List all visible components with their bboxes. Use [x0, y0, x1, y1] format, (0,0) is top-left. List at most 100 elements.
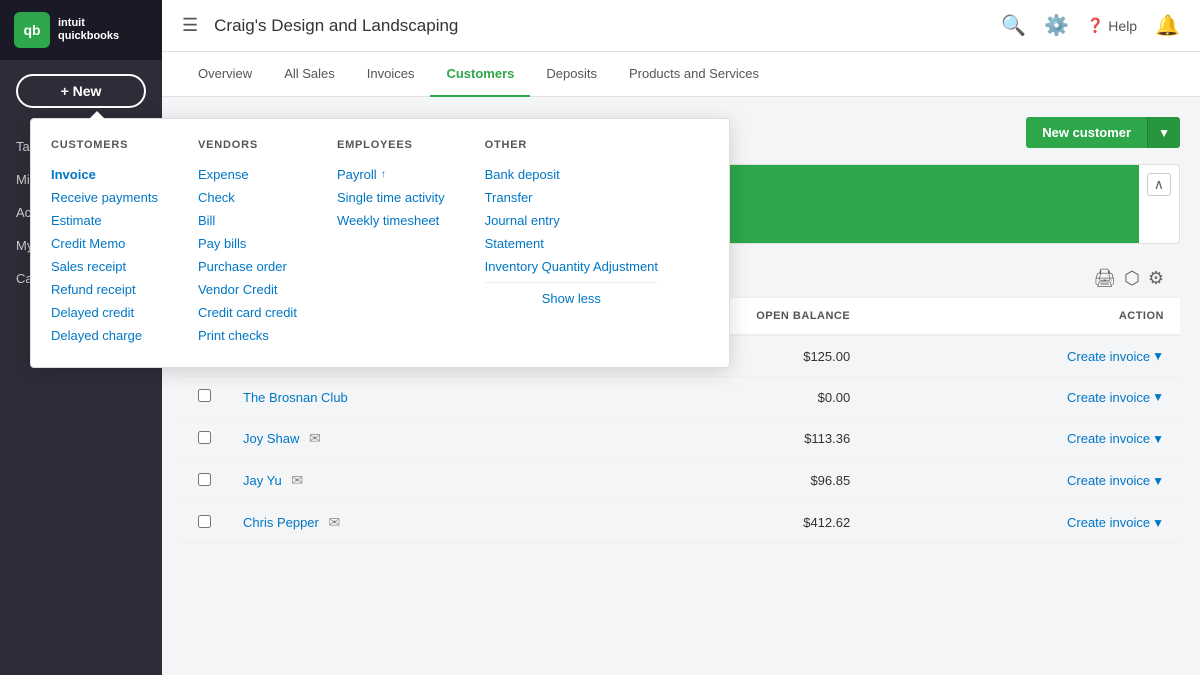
svg-text:qb: qb: [23, 22, 40, 38]
action-caret-button[interactable]: ▼: [1152, 390, 1164, 404]
menu-col-other: OTHER Bank deposit Transfer Journal entr…: [485, 139, 658, 347]
customer-name[interactable]: Joy Shaw: [243, 431, 299, 446]
help-icon: ❓: [1087, 17, 1104, 34]
email-icon: ✉: [309, 430, 321, 446]
new-customer-dropdown-button[interactable]: ▼: [1147, 117, 1180, 148]
action-cell: Create invoice ▼: [866, 418, 1180, 460]
summary-collapse-button[interactable]: ∧: [1147, 173, 1171, 196]
hamburger-menu-icon[interactable]: ☰: [182, 15, 198, 36]
tab-all-sales[interactable]: All Sales: [268, 52, 351, 97]
menu-col-employees-title: EMPLOYEES: [337, 139, 445, 151]
print-icon[interactable]: 🖨: [1093, 268, 1116, 289]
sidebar-logo: qb intuitquickbooks: [0, 0, 162, 60]
action-cell: Create invoice ▼: [866, 335, 1180, 377]
menu-item-purchase-order[interactable]: Purchase order: [198, 255, 297, 278]
action-dropdown: Create invoice ▼: [1067, 473, 1164, 488]
export-icon[interactable]: ⬡: [1124, 268, 1140, 289]
settings-gear-icon[interactable]: ⚙: [1148, 268, 1164, 289]
menu-item-expense[interactable]: Expense: [198, 163, 297, 186]
new-customer-button-group: New customer ▼: [1026, 117, 1180, 148]
show-less-bar: Show less: [485, 282, 658, 314]
balance-cell: $0.00: [560, 377, 867, 418]
menu-item-statement[interactable]: Statement: [485, 232, 658, 255]
menu-item-single-time-activity[interactable]: Single time activity: [337, 186, 445, 209]
search-icon[interactable]: 🔍: [1001, 13, 1026, 38]
row-checkbox[interactable]: [198, 515, 211, 528]
menu-col-employees: EMPLOYEES Payroll ↑ Single time activity…: [337, 139, 445, 347]
balance-cell: $412.62: [560, 502, 867, 544]
menu-item-vendor-credit[interactable]: Vendor Credit: [198, 278, 297, 301]
create-invoice-button[interactable]: Create invoice: [1067, 349, 1150, 364]
email-icon: ✉: [291, 472, 303, 488]
customer-name[interactable]: Chris Pepper: [243, 515, 319, 530]
table-row: The Brosnan Club $0.00 Create invoice ▼: [182, 377, 1180, 418]
content-area: New customer ▼ Paid $0 0 PAID LAST 30 DA…: [162, 97, 1200, 675]
action-caret-button[interactable]: ▼: [1152, 516, 1164, 530]
menu-item-weekly-timesheet[interactable]: Weekly timesheet: [337, 209, 445, 232]
new-customer-button[interactable]: New customer: [1026, 117, 1147, 148]
row-checkbox[interactable]: [198, 389, 211, 402]
menu-item-pay-bills[interactable]: Pay bills: [198, 232, 297, 255]
create-invoice-button[interactable]: Create invoice: [1067, 473, 1150, 488]
customer-name[interactable]: Jay Yu: [243, 473, 282, 488]
menu-item-journal-entry[interactable]: Journal entry: [485, 209, 658, 232]
create-invoice-button[interactable]: Create invoice: [1067, 431, 1150, 446]
tab-products-services[interactable]: Products and Services: [613, 52, 775, 97]
tab-overview[interactable]: Overview: [182, 52, 268, 97]
action-caret-button[interactable]: ▼: [1152, 349, 1164, 363]
menu-item-check[interactable]: Check: [198, 186, 297, 209]
table-row: Chris Pepper ✉ $412.62 Create invoice ▼: [182, 502, 1180, 544]
table-row: Jay Yu ✉ $96.85 Create invoice ▼: [182, 460, 1180, 502]
row-checkbox[interactable]: [198, 431, 211, 444]
customer-name-cell: The Brosnan Club: [227, 377, 560, 418]
menu-col-other-title: OTHER: [485, 139, 658, 151]
menu-item-bill[interactable]: Bill: [198, 209, 297, 232]
customer-name-cell: Chris Pepper ✉: [227, 502, 560, 544]
action-cell: Create invoice ▼: [866, 460, 1180, 502]
email-icon: ✉: [329, 514, 341, 530]
topbar: ☰ Craig's Design and Landscaping 🔍 ⚙️ ❓ …: [162, 0, 1200, 52]
menu-col-vendors-title: VENDORS: [198, 139, 297, 151]
menu-item-credit-card-credit[interactable]: Credit card credit: [198, 301, 297, 324]
help-button[interactable]: ❓ Help: [1087, 17, 1137, 34]
row-checkbox-cell: [182, 460, 227, 502]
balance-cell: $96.85: [560, 460, 867, 502]
company-title: Craig's Design and Landscaping: [214, 16, 985, 36]
balance-cell: $113.36: [560, 418, 867, 460]
create-invoice-button[interactable]: Create invoice: [1067, 515, 1150, 530]
logo-text: intuitquickbooks: [58, 17, 119, 43]
customer-name[interactable]: The Brosnan Club: [243, 390, 348, 405]
action-dropdown: Create invoice ▼: [1067, 431, 1164, 446]
action-dropdown: Create invoice ▼: [1067, 390, 1164, 405]
action-caret-button[interactable]: ▼: [1152, 474, 1164, 488]
menu-item-payroll[interactable]: Payroll ↑: [337, 163, 445, 186]
notifications-icon[interactable]: 🔔: [1155, 13, 1180, 38]
new-menu-dropdown: CUSTOMERS Invoice Receive payments Estim…: [162, 118, 730, 368]
tabs-bar: Overview All Sales Invoices Customers De…: [162, 52, 1200, 97]
menu-item-transfer[interactable]: Transfer: [485, 186, 658, 209]
summary-collapse: ∧: [1139, 165, 1179, 243]
customer-name-cell: Joy Shaw ✉: [227, 418, 560, 460]
action-caret-button[interactable]: ▼: [1152, 432, 1164, 446]
table-row: Joy Shaw ✉ $113.36 Create invoice ▼: [182, 418, 1180, 460]
row-checkbox[interactable]: [198, 473, 211, 486]
menu-col-vendors: VENDORS Expense Check Bill Pay bills Pur…: [198, 139, 297, 347]
table-header-action: ACTION: [866, 298, 1180, 335]
menu-item-print-checks[interactable]: Print checks: [198, 324, 297, 347]
action-cell: Create invoice ▼: [866, 502, 1180, 544]
settings-icon[interactable]: ⚙️: [1044, 13, 1069, 38]
action-cell: Create invoice ▼: [866, 377, 1180, 418]
row-checkbox-cell: [182, 502, 227, 544]
tab-customers[interactable]: Customers: [430, 52, 530, 97]
menu-item-bank-deposit[interactable]: Bank deposit: [485, 163, 658, 186]
help-label: Help: [1108, 18, 1137, 34]
show-less-link[interactable]: Show less: [542, 291, 601, 306]
topbar-actions: 🔍 ⚙️ ❓ Help 🔔: [1001, 13, 1180, 38]
quickbooks-logo-icon: qb: [14, 12, 50, 48]
tab-deposits[interactable]: Deposits: [530, 52, 613, 97]
create-invoice-button[interactable]: Create invoice: [1067, 390, 1150, 405]
tab-invoices[interactable]: Invoices: [351, 52, 431, 97]
menu-item-inventory-adjustment[interactable]: Inventory Quantity Adjustment: [485, 255, 658, 278]
row-checkbox-cell: [182, 418, 227, 460]
new-button[interactable]: + New: [16, 74, 146, 108]
